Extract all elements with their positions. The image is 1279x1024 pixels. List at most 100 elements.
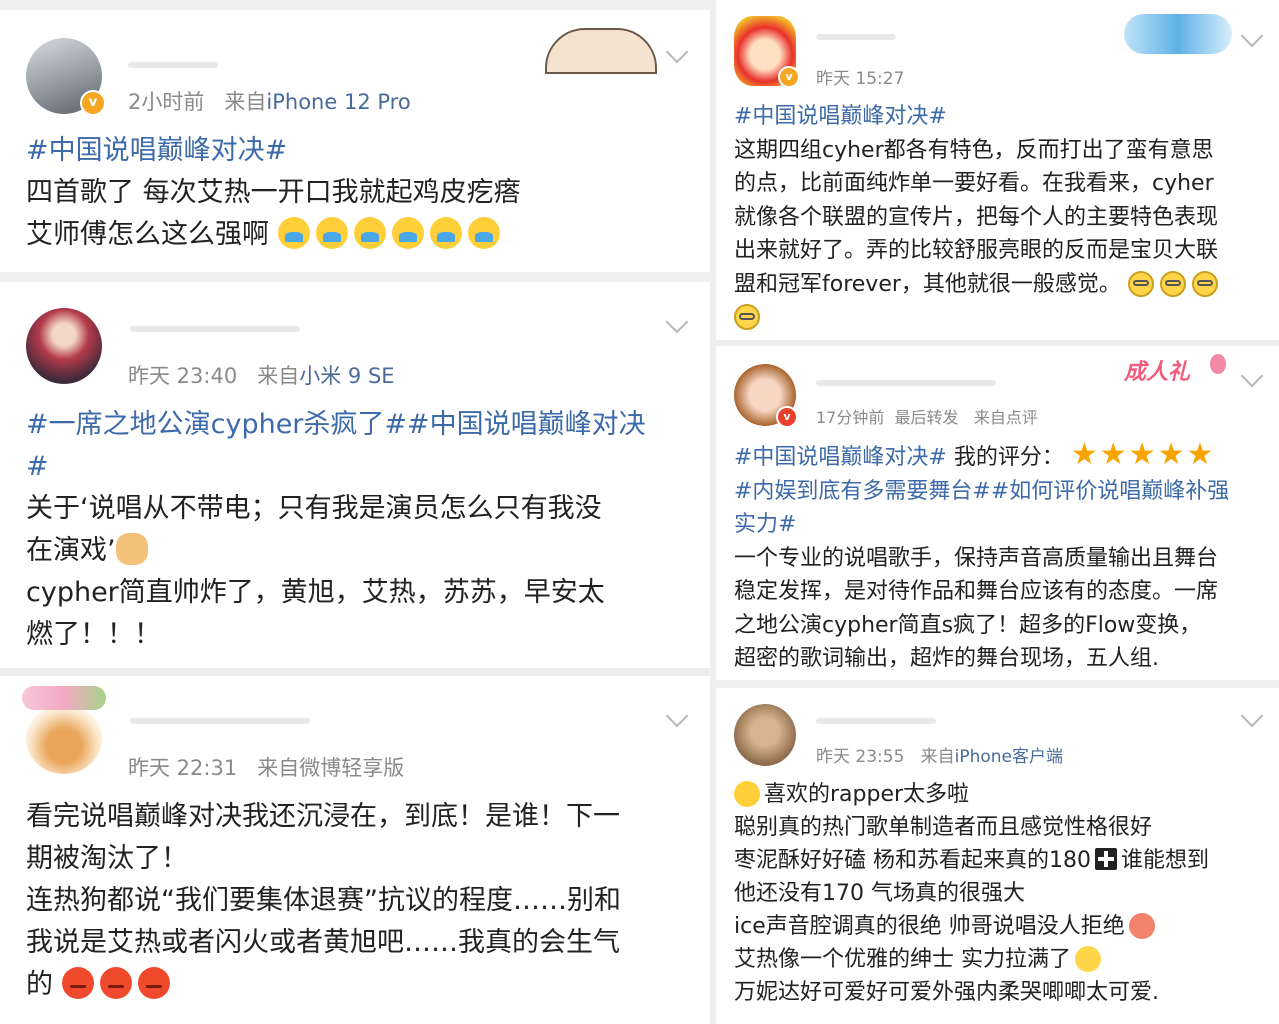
- text-line: 看完说唱巅峰对决我还沉浸在，到底！是谁！下一: [26, 801, 620, 832]
- grinning-sweat-icon: [734, 781, 760, 807]
- post-meta: 昨天 23:40 来自小米 9 SE: [128, 360, 395, 390]
- hashtag-link[interactable]: #中国说唱巅峰对决#: [734, 100, 1224, 134]
- source-prefix: 来自: [224, 90, 267, 114]
- chevron-down-icon[interactable]: [1240, 704, 1264, 728]
- airship-decoration: [1124, 14, 1232, 54]
- text-line: 就像各个联盟的宣传片，把每个人的主要特色表现: [734, 204, 1219, 230]
- balloon-icon: [1210, 354, 1226, 374]
- text-span: 艾热像一个优雅的绅士 实力拉满了: [734, 947, 1071, 972]
- post-time: 昨天 22:31: [128, 756, 238, 780]
- text-span: 盟和冠军forever，其他就很一般感觉。: [734, 271, 1121, 297]
- post-extra: 最后转发: [894, 408, 959, 427]
- text-line: 这期四组cyher都各有特色，反而打出了蛮有意思: [734, 137, 1214, 163]
- chevron-down-icon[interactable]: [665, 40, 689, 64]
- text-line: 艾师傅怎么这么强啊: [26, 214, 521, 256]
- text-line: 万妮达好可爱好可爱外强内柔哭唧唧太可爱.: [734, 980, 1159, 1005]
- post-text: #一席之地公演cypher杀疯了##中国说唱巅峰对决 # 关于‘说唱从不带电；只…: [26, 404, 646, 656]
- text-line: 之地公演cypher简直s疯了！超多的Flow变换，: [734, 612, 1202, 638]
- chevron-down-icon[interactable]: [665, 704, 689, 728]
- text-line: 四首歌了 每次艾热一开口我就起鸡皮疙瘩: [26, 177, 521, 208]
- angry-face-icon: [137, 967, 170, 999]
- chevron-down-icon[interactable]: [1240, 24, 1264, 48]
- text-line: 的点，比前面纯炸单一要好看。在我看来，cyher: [734, 171, 1214, 196]
- username-redacted: [128, 62, 218, 68]
- post-meta: 昨天 23:55 来自iPhone客户端: [816, 742, 1063, 767]
- glasses-face-icon: [1159, 270, 1186, 297]
- text-line: [734, 301, 1224, 335]
- post-meta: 昨天 15:27: [816, 64, 904, 89]
- text-line: 关于‘说唱从不带电；只有我是演员怎么只有我没: [26, 493, 602, 524]
- sticker-decoration: [545, 28, 657, 74]
- post-source[interactable]: 小米 9 SE: [299, 364, 394, 388]
- post-source[interactable]: 微博轻享版: [299, 756, 404, 780]
- text-line: 超密的歌词输出，超炸的舞台现场，五人组.: [734, 646, 1159, 671]
- text-line: 期被淘汰了！: [26, 843, 188, 874]
- text-span: ice声音腔调真的很绝 帅哥说唱没人拒绝: [734, 914, 1125, 939]
- hashtag-link[interactable]: #: [26, 446, 646, 488]
- crying-face-icon: [429, 217, 462, 249]
- post-card-1: v 2小时前 来自iPhone 12 Pro #中国说唱巅峰对决# 四首歌了 每…: [0, 10, 710, 272]
- username-redacted: [130, 326, 300, 332]
- pleading-face-icon: [1075, 946, 1101, 972]
- username-redacted: [816, 718, 936, 724]
- text-span: 艾师傅怎么这么强啊: [26, 219, 269, 250]
- source-prefix: 来自: [920, 747, 955, 767]
- post-source[interactable]: 点评: [1006, 408, 1038, 427]
- text-line: ice声音腔调真的很绝 帅哥说唱没人拒绝: [734, 910, 1209, 943]
- text-line: 稳定发挥，是对待作品和舞台应该有的态度。一席: [734, 579, 1219, 604]
- flower-decoration: [22, 686, 106, 710]
- text-line: 我说是艾热或者闪火或者黄旭吧……我真的会生气: [26, 927, 620, 958]
- verified-badge-icon: v: [778, 66, 800, 88]
- rating-label: 我的评分：: [953, 445, 1064, 470]
- text-line: 艾热像一个优雅的绅士 实力拉满了: [734, 943, 1209, 976]
- hashtag-link[interactable]: #中国说唱巅峰对决#: [734, 445, 947, 470]
- hashtag-link[interactable]: 实力#: [734, 508, 1229, 542]
- text-line: 出来就好了。弄的比较舒服亮眼的反而是宝贝大联: [734, 238, 1219, 263]
- post-meta: 昨天 22:31 来自微博轻享版: [128, 752, 404, 782]
- post-card-3: 昨天 22:31 来自微博轻享版 看完说唱巅峰对决我还沉浸在，到底！是谁！下一 …: [0, 676, 710, 1024]
- post-time: 昨天 15:27: [816, 69, 905, 89]
- post-time: 17分钟前: [816, 408, 885, 427]
- avatar[interactable]: [26, 704, 102, 774]
- post-card-4: v 昨天 15:27 #中国说唱巅峰对决# 这期四组cyher都各有特色，反而打…: [716, 0, 1279, 340]
- glasses-face-icon: [1127, 270, 1154, 297]
- avatar[interactable]: [734, 704, 796, 766]
- hashtag-link[interactable]: #中国说唱巅峰对决#: [26, 130, 521, 172]
- post-meta: 2小时前 来自iPhone 12 Pro: [128, 86, 411, 116]
- post-time: 2小时前: [128, 90, 205, 114]
- post-text: #中国说唱巅峰对决# 这期四组cyher都各有特色，反而打出了蛮有意思 的点，比…: [734, 100, 1224, 335]
- chevron-down-icon[interactable]: [665, 310, 689, 334]
- birthday-banner: 成人礼: [1124, 354, 1226, 390]
- avatar[interactable]: [26, 308, 102, 384]
- text-span: 枣泥酥好好磕 杨和苏看起来真的180: [734, 848, 1091, 873]
- post-card-2: 昨天 23:40 来自小米 9 SE #一席之地公演cypher杀疯了##中国说…: [0, 282, 710, 668]
- text-line: 他还没有170 气场真的很强大: [734, 881, 1025, 906]
- hashtag-link[interactable]: #一席之地公演cypher杀疯了##中国说唱巅峰对决: [26, 404, 646, 446]
- text-span: 在演戏’: [26, 535, 116, 566]
- post-source[interactable]: iPhone 12 Pro: [266, 90, 410, 114]
- post-card-6: 昨天 23:55 来自iPhone客户端 喜欢的rapper太多啦 聪别真的热门…: [716, 688, 1279, 1024]
- crying-face-icon: [353, 217, 386, 249]
- chevron-down-icon[interactable]: [1240, 364, 1264, 388]
- username-redacted: [130, 718, 310, 724]
- text-line: 枣泥酥好好磕 杨和苏看起来真的180 谁能想到: [734, 844, 1209, 877]
- text-span: 谁能想到: [1121, 848, 1210, 873]
- verified-badge-icon: v: [776, 406, 798, 428]
- star-rating-icon: ★★★★★: [1070, 437, 1216, 472]
- crying-face-icon: [391, 217, 424, 249]
- drooling-face-icon: [1128, 913, 1155, 939]
- post-text: #中国说唱巅峰对决# 四首歌了 每次艾热一开口我就起鸡皮疙瘩 艾师傅怎么这么强啊: [26, 130, 521, 256]
- doge-icon: [115, 533, 148, 565]
- source-prefix: 来自: [257, 756, 300, 780]
- crying-face-icon: [315, 217, 348, 249]
- glasses-face-icon: [1191, 270, 1218, 297]
- verified-badge-icon: v: [80, 90, 106, 116]
- post-text: 喜欢的rapper太多啦 聪别真的热门歌单制造者而且感觉性格很好 枣泥酥好好磕 …: [734, 778, 1209, 1009]
- text-line: 的: [26, 964, 621, 1006]
- hashtag-link[interactable]: #内娱到底有多需要舞台##如何评价说唱巅峰补强: [734, 475, 1229, 509]
- heavy-plus-icon: [1095, 848, 1117, 870]
- text-line: 喜欢的rapper太多啦: [734, 778, 1209, 811]
- angry-face-icon: [61, 967, 94, 999]
- text-line: cypher简直帅炸了，黄旭，艾热，苏苏，早安太: [26, 577, 605, 608]
- post-source[interactable]: iPhone客户端: [955, 747, 1063, 767]
